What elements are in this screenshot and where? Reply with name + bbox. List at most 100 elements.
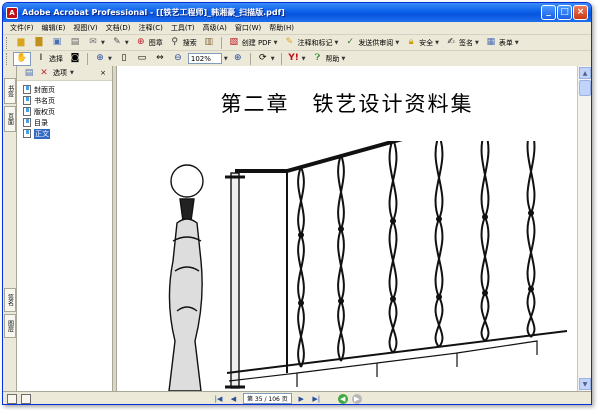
email-button[interactable]: ✉ ▼ bbox=[85, 36, 107, 50]
fit-width-button[interactable]: ⇔ bbox=[152, 52, 168, 66]
zoom-dropdown-chevron-icon[interactable]: ▼ bbox=[224, 56, 228, 62]
railing-illustration bbox=[168, 141, 568, 391]
chevron-down-icon: ▼ bbox=[124, 39, 129, 46]
email-icon: ✉ bbox=[89, 37, 97, 47]
security-button[interactable]: 🔒︎ 安全 ▼ bbox=[403, 36, 441, 50]
previous-view-icon[interactable]: ◀ bbox=[337, 393, 348, 404]
toolbar-grip[interactable] bbox=[6, 52, 9, 65]
bookmark-label: 书名页 bbox=[34, 96, 55, 105]
previous-page-icon[interactable]: ◀ bbox=[228, 394, 239, 404]
forms-button[interactable]: ▦ 表单 ▼ bbox=[483, 36, 521, 50]
menu-view[interactable]: 视图(V) bbox=[69, 23, 101, 33]
next-view-icon[interactable]: ▶ bbox=[351, 393, 362, 404]
zoom-in-button[interactable]: ⊕ bbox=[230, 52, 246, 66]
page-number-field[interactable]: 第 35 / 106 页 bbox=[243, 393, 292, 404]
delete-bookmark-icon[interactable]: ✕ bbox=[38, 67, 50, 79]
tab-signatures[interactable]: 签名 bbox=[4, 288, 16, 312]
chevron-down-icon: ▼ bbox=[273, 39, 278, 46]
create-pdf-label: 创建 PDF bbox=[241, 38, 272, 47]
first-page-icon[interactable]: |◀ bbox=[213, 394, 224, 404]
actual-size-button[interactable]: ▯ bbox=[116, 52, 132, 66]
minimize-button[interactable]: _ bbox=[541, 5, 556, 20]
tab-bookmarks[interactable]: 书签 bbox=[4, 78, 16, 104]
window-title: Adobe Acrobat Professional - [[铁艺工程师]_韩湘… bbox=[22, 8, 285, 17]
chevron-down-icon: ▼ bbox=[514, 39, 519, 46]
paperclip-icon: ✎ bbox=[113, 37, 121, 47]
menu-advanced[interactable]: 高级(A) bbox=[199, 23, 231, 33]
page-heading: 第二章 铁艺设计资料集 bbox=[220, 92, 474, 116]
zoom-out-icon: ⊖ bbox=[174, 53, 182, 63]
menu-document[interactable]: 文档(D) bbox=[102, 23, 135, 33]
chevron-down-icon: ▼ bbox=[108, 55, 112, 62]
help-label: 帮助 bbox=[325, 54, 340, 63]
help-button[interactable]: ❓︎ 帮助 ▼ bbox=[309, 52, 347, 66]
save-button[interactable]: ▣ bbox=[49, 36, 65, 50]
menu-tools[interactable]: 工具(T) bbox=[167, 23, 199, 33]
fit-page-button[interactable]: ▭ bbox=[134, 52, 150, 66]
sign-label: 签名 bbox=[459, 38, 474, 47]
tab-layers[interactable]: 图层 bbox=[4, 314, 16, 338]
last-page-icon[interactable]: ▶| bbox=[311, 394, 322, 404]
options-menu[interactable]: 选项 bbox=[53, 68, 67, 78]
print-button[interactable]: ▤ bbox=[67, 36, 83, 50]
bookmark-item-selected[interactable]: 正文 bbox=[23, 128, 112, 139]
toolbar-grip[interactable] bbox=[6, 36, 9, 49]
chevron-down-icon: ▼ bbox=[341, 55, 346, 62]
comment-markup-label: 注释和标记 bbox=[297, 38, 333, 47]
comment-markup-button[interactable]: ✎ 注释和标记 ▼ bbox=[281, 36, 340, 50]
chevron-down-icon: ▼ bbox=[435, 39, 440, 46]
tab-pages[interactable]: 页面 bbox=[4, 106, 16, 132]
bookmark-item[interactable]: 书名页 bbox=[23, 95, 112, 106]
scroll-up-arrow-icon[interactable]: ▲ bbox=[579, 67, 591, 79]
cursor-icon: Ι bbox=[39, 53, 43, 63]
bookmark-item[interactable]: 封面页 bbox=[23, 84, 112, 95]
send-review-button[interactable]: ✓ 发送供审阅 ▼ bbox=[342, 36, 401, 50]
bookmark-options-icon[interactable]: ▤ bbox=[23, 67, 35, 79]
layout-icon[interactable] bbox=[21, 393, 31, 404]
scroll-down-arrow-icon[interactable]: ▼ bbox=[579, 378, 591, 390]
vertical-scrollbar[interactable]: ▲ ▼ bbox=[577, 66, 591, 391]
close-panel-button[interactable]: × bbox=[100, 69, 106, 77]
chevron-down-icon: ▼ bbox=[395, 39, 400, 46]
menu-window[interactable]: 窗口(W) bbox=[231, 23, 265, 33]
maximize-button[interactable]: □ bbox=[557, 5, 572, 20]
bookmark-label: 版权页 bbox=[34, 107, 55, 116]
select-tool-button[interactable]: Ι 选择 bbox=[33, 52, 65, 66]
bookmark-icon bbox=[23, 118, 31, 127]
document-view[interactable]: 第二章 铁艺设计资料集 bbox=[117, 66, 577, 391]
rotate-button[interactable]: ⟳ ▼ bbox=[255, 52, 277, 66]
page-navigation: |◀ ◀ 第 35 / 106 页 ▶ ▶| ◀ ▶ bbox=[213, 393, 362, 404]
menu-file[interactable]: 文件(F) bbox=[6, 23, 38, 33]
snapshot-button[interactable]: ◙ bbox=[67, 52, 83, 66]
menu-help[interactable]: 帮助(H) bbox=[265, 23, 298, 33]
hand-tool-button[interactable]: ✋ bbox=[13, 51, 31, 66]
zoom-tool-button[interactable]: ⊕ ▼ bbox=[92, 52, 114, 66]
search-button[interactable]: ⚲ 搜索 bbox=[167, 36, 199, 50]
create-pdf-button[interactable]: ▧ 创建 PDF ▼ bbox=[226, 36, 280, 50]
attach-button[interactable]: ✎ ▼ bbox=[109, 36, 131, 50]
folder-icon: ▆ bbox=[17, 37, 25, 47]
stamp-button[interactable]: ⊕ 图章 bbox=[133, 36, 165, 50]
menu-comments[interactable]: 注释(C) bbox=[135, 23, 167, 33]
bookmark-item[interactable]: 版权页 bbox=[23, 106, 112, 117]
status-bar: |◀ ◀ 第 35 / 106 页 ▶ ▶| ◀ ▶ bbox=[3, 391, 591, 404]
yahoo-button[interactable]: Y! ▼ bbox=[286, 52, 308, 66]
chevron-down-icon: ▼ bbox=[70, 70, 74, 76]
chevron-down-icon: ▼ bbox=[301, 55, 306, 62]
zoom-out-button[interactable]: ⊖ bbox=[170, 52, 186, 66]
clip-button[interactable]: ▥ bbox=[201, 36, 217, 50]
bookmark-item[interactable]: 目录 bbox=[23, 117, 112, 128]
open-button[interactable]: ▆ bbox=[13, 36, 29, 50]
zoom-input[interactable]: 102% bbox=[187, 53, 222, 64]
scrollbar-thumb[interactable] bbox=[579, 80, 591, 96]
sign-button[interactable]: ✍ 签名 ▼ bbox=[443, 36, 481, 50]
close-button[interactable]: × bbox=[573, 5, 588, 20]
zoom-in-icon: ⊕ bbox=[233, 53, 242, 63]
toolbar-separator bbox=[220, 36, 222, 49]
page-size-icon[interactable] bbox=[7, 393, 17, 404]
title-bar[interactable]: A Adobe Acrobat Professional - [[铁艺工程师]_… bbox=[3, 3, 591, 22]
menu-edit[interactable]: 编辑(E) bbox=[38, 23, 70, 33]
select-label: 选择 bbox=[49, 54, 63, 63]
next-page-icon[interactable]: ▶ bbox=[296, 394, 307, 404]
organizer-button[interactable]: ▇ bbox=[31, 36, 47, 50]
